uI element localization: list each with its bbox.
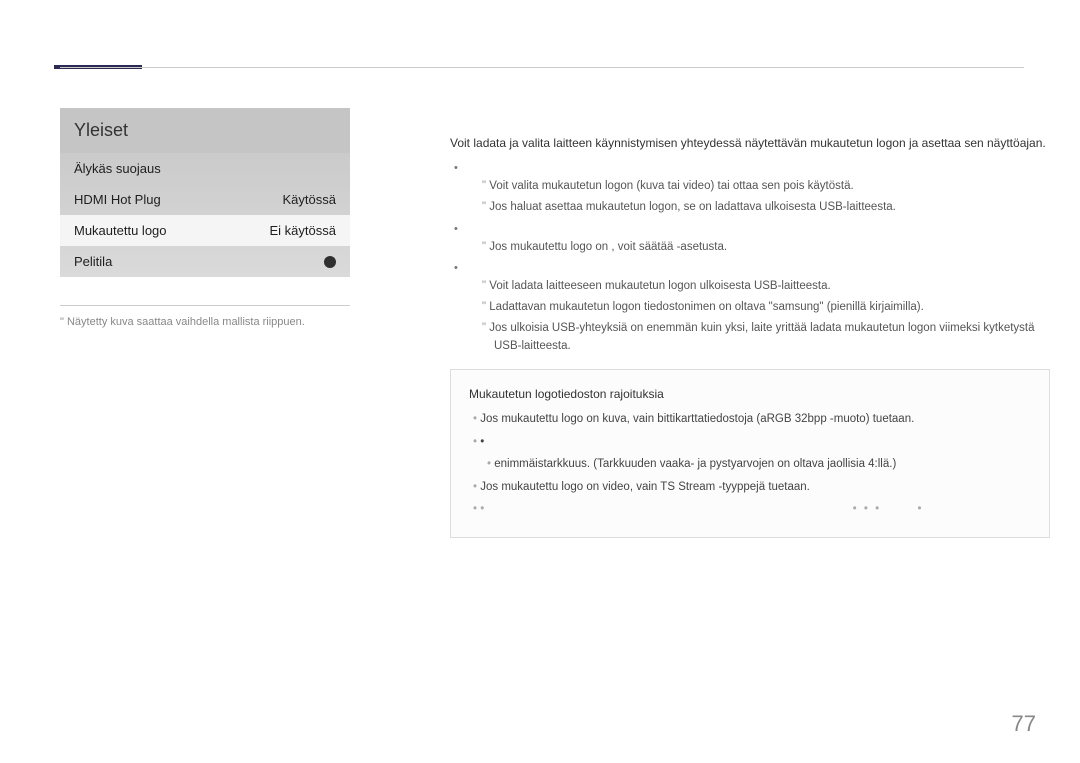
- sub-bullet: Voit valita mukautetun logon (kuva tai v…: [482, 178, 1050, 195]
- settings-panel: Yleiset Älykäs suojaus HDMI Hot Plug Käy…: [60, 108, 350, 277]
- box-item: •: [473, 433, 1031, 453]
- right-column: Voit ladata ja valita laitteen käynnisty…: [450, 134, 1050, 538]
- caption-divider: [60, 305, 350, 306]
- sub-bullet: Jos haluat asettaa mukautetun logon, se …: [482, 199, 1050, 216]
- panel-title: Yleiset: [60, 108, 350, 153]
- panel-row-value: Ei käytössä: [270, 223, 336, 238]
- panel-row-label: HDMI Hot Plug: [74, 192, 161, 207]
- panel-row-custom-logo[interactable]: Mukautettu logo Ei käytössä: [60, 215, 350, 246]
- screenshot-caption: Näytetty kuva saattaa vaihdella mallista…: [60, 316, 350, 328]
- panel-row-label: Älykäs suojaus: [74, 161, 161, 176]
- placeholder-marker: •: [918, 503, 924, 515]
- box-item: Jos mukautettu logo on video, vain TS St…: [473, 478, 1031, 498]
- placeholder-marker: •: [480, 503, 486, 515]
- panel-row-label: Pelitila: [74, 254, 112, 269]
- box-item: enimmäistarkkuus. (Tarkkuuden vaaka- ja …: [487, 455, 1031, 475]
- page-number: 77: [1012, 711, 1036, 737]
- toggle-off-icon: [324, 256, 336, 268]
- bullet-heading: •: [454, 162, 1050, 174]
- box-item-markers: • • • • •: [473, 500, 1031, 520]
- sub-bullet: Ladattavan mukautetun logon tiedostonime…: [482, 299, 1050, 316]
- limitations-box: Mukautetun logotiedoston rajoituksia Jos…: [450, 369, 1050, 538]
- bullet-heading: •: [454, 223, 1050, 235]
- panel-row-hdmi-hot-plug[interactable]: HDMI Hot Plug Käytössä: [60, 184, 350, 215]
- placeholder-marker: • • •: [853, 503, 881, 515]
- panel-row-game-mode[interactable]: Pelitila: [60, 246, 350, 277]
- bullet-group-3: • Voit ladata laitteeseen mukautetun log…: [450, 262, 1050, 355]
- header-rule: [60, 67, 1024, 68]
- panel-row-smart-security[interactable]: Älykäs suojaus: [60, 153, 350, 184]
- sub-bullet: Voit ladata laitteeseen mukautetun logon…: [482, 278, 1050, 295]
- sub-bullet: Jos ulkoisia USB-yhteyksiä on enemmän ku…: [482, 320, 1050, 355]
- sub-bullet: Jos mukautettu logo on , voit säätää -as…: [482, 239, 1050, 256]
- box-title: Mukautetun logotiedoston rajoituksia: [469, 384, 1031, 404]
- bullet-group-2: • Jos mukautettu logo on , voit säätää -…: [450, 223, 1050, 256]
- panel-row-value: Käytössä: [283, 192, 336, 207]
- intro-text: Voit ladata ja valita laitteen käynnisty…: [450, 134, 1050, 152]
- left-column: Yleiset Älykäs suojaus HDMI Hot Plug Käy…: [60, 108, 350, 328]
- bullet-heading: •: [454, 262, 1050, 274]
- box-item: Jos mukautettu logo on kuva, vain bittik…: [473, 410, 1031, 430]
- panel-row-label: Mukautettu logo: [74, 223, 167, 238]
- bullet-group-1: • Voit valita mukautetun logon (kuva tai…: [450, 162, 1050, 217]
